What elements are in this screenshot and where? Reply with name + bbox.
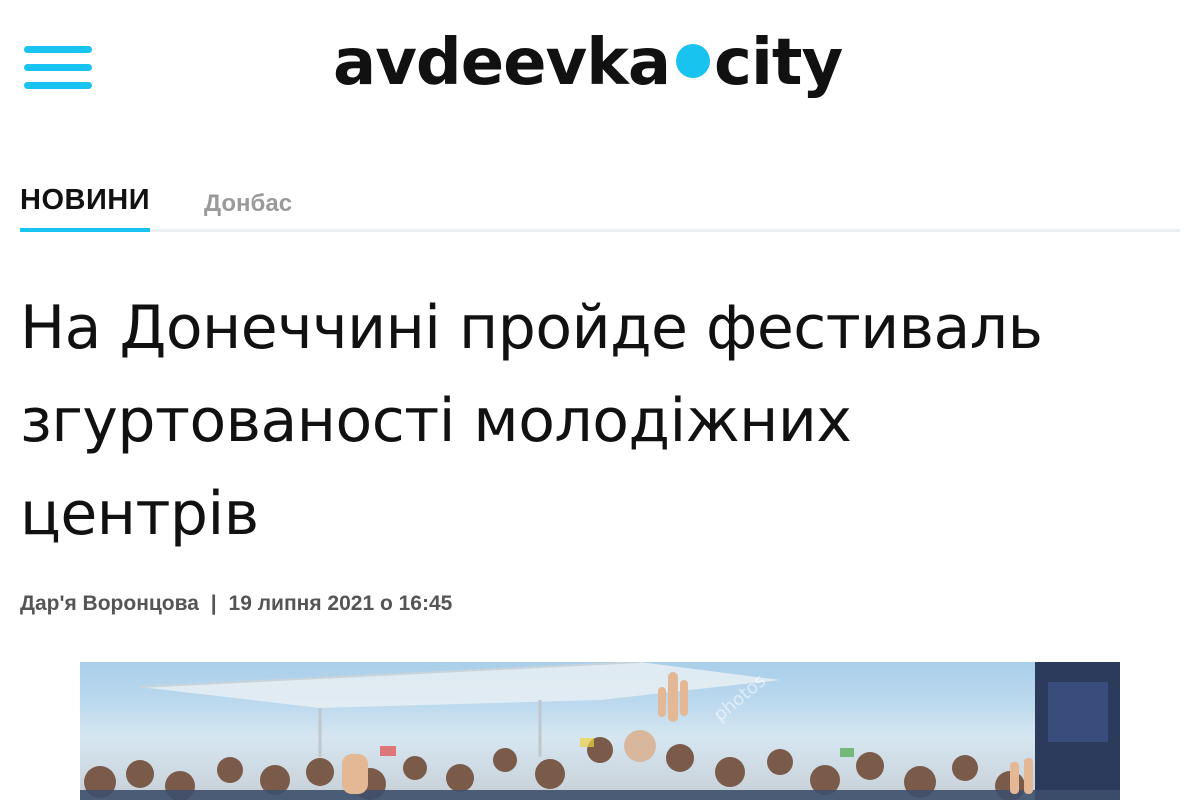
meta-separator: |	[210, 592, 217, 615]
menu-bar	[24, 64, 92, 71]
author-link[interactable]: Дар'я Воронцова	[20, 592, 199, 615]
hamburger-menu-icon[interactable]	[24, 44, 94, 100]
title-line: центрів	[20, 479, 259, 549]
festival-crowd-image: photos	[80, 662, 1120, 800]
logo-text-right: city	[714, 26, 843, 100]
article-title: На Донеччині пройде фестиваль згуртовано…	[20, 282, 1190, 561]
menu-bar	[24, 82, 92, 89]
rubric-news-link[interactable]: НОВИНИ	[20, 176, 151, 232]
title-line: згуртованості молодіжних	[20, 386, 852, 456]
rubric-nav: НОВИНИ Донбас	[20, 176, 1180, 232]
logo-dot	[676, 44, 710, 78]
article-meta: Дар'я Воронцова | 19 липня 2021 о 16:45	[20, 592, 452, 616]
article-photo[interactable]: photos	[80, 662, 1120, 800]
logo-text-left: avdeevka	[333, 26, 671, 100]
site-header: avdeevka city	[0, 0, 1200, 145]
title-line: На Донеччині пройде фестиваль	[20, 293, 1043, 363]
publish-date: 19 липня 2021 о 16:45	[228, 592, 453, 615]
site-logo[interactable]: avdeevka city	[333, 26, 843, 116]
rubric-donbas-link[interactable]: Донбас	[204, 190, 292, 218]
menu-bar	[24, 46, 92, 53]
